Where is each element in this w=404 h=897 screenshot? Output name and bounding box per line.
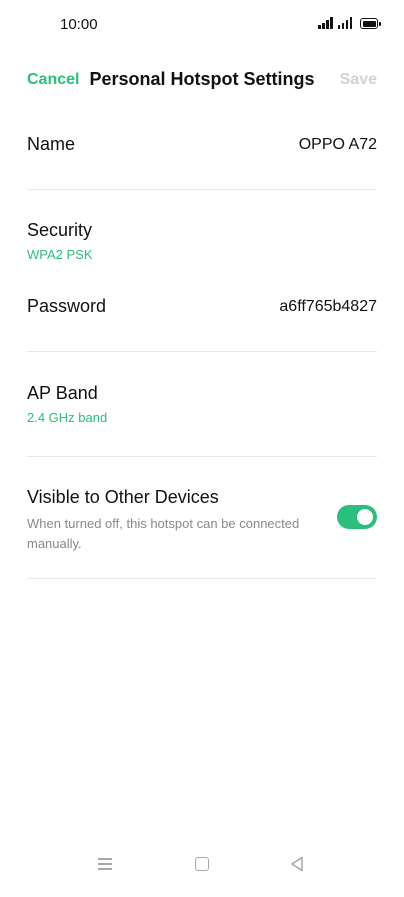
divider — [27, 189, 377, 190]
divider — [27, 351, 377, 352]
status-bar: 10:00 — [0, 0, 404, 50]
security-row[interactable]: Security WPA2 PSK — [27, 220, 377, 262]
back-icon[interactable] — [290, 856, 304, 877]
password-row[interactable]: Password a6ff765b4827 — [27, 296, 377, 320]
name-value: OPPO A72 — [298, 136, 377, 153]
security-value: WPA2 PSK — [27, 247, 93, 262]
security-label: Security — [27, 220, 93, 240]
name-label: Name — [27, 134, 76, 154]
name-row[interactable]: Name OPPO A72 — [27, 134, 377, 158]
save-button[interactable]: Save — [340, 71, 377, 89]
battery-icon — [360, 18, 381, 29]
signal-icon — [318, 17, 333, 29]
menu-icon[interactable] — [98, 858, 112, 870]
divider — [27, 456, 377, 457]
password-label: Password — [27, 296, 107, 316]
visible-row: Visible to Other Devices When turned off… — [27, 487, 377, 554]
signal-icon — [337, 17, 352, 29]
status-time: 10:00 — [60, 16, 98, 33]
visible-toggle[interactable] — [337, 505, 377, 529]
status-icons — [318, 17, 381, 29]
nav-bar — [0, 842, 404, 897]
ap-band-row[interactable]: AP Band 2.4 GHz band — [27, 383, 377, 425]
visible-label: Visible to Other Devices — [27, 487, 219, 507]
visible-description: When turned off, this hotspot can be con… — [27, 516, 300, 551]
toggle-knob — [357, 509, 373, 525]
password-value: a6ff765b4827 — [279, 298, 377, 315]
header: Cancel Personal Hotspot Settings Save — [0, 60, 404, 102]
ap-band-label: AP Band — [27, 383, 98, 403]
ap-band-value: 2.4 GHz band — [27, 410, 108, 425]
home-icon[interactable] — [195, 857, 209, 871]
divider — [27, 578, 377, 579]
